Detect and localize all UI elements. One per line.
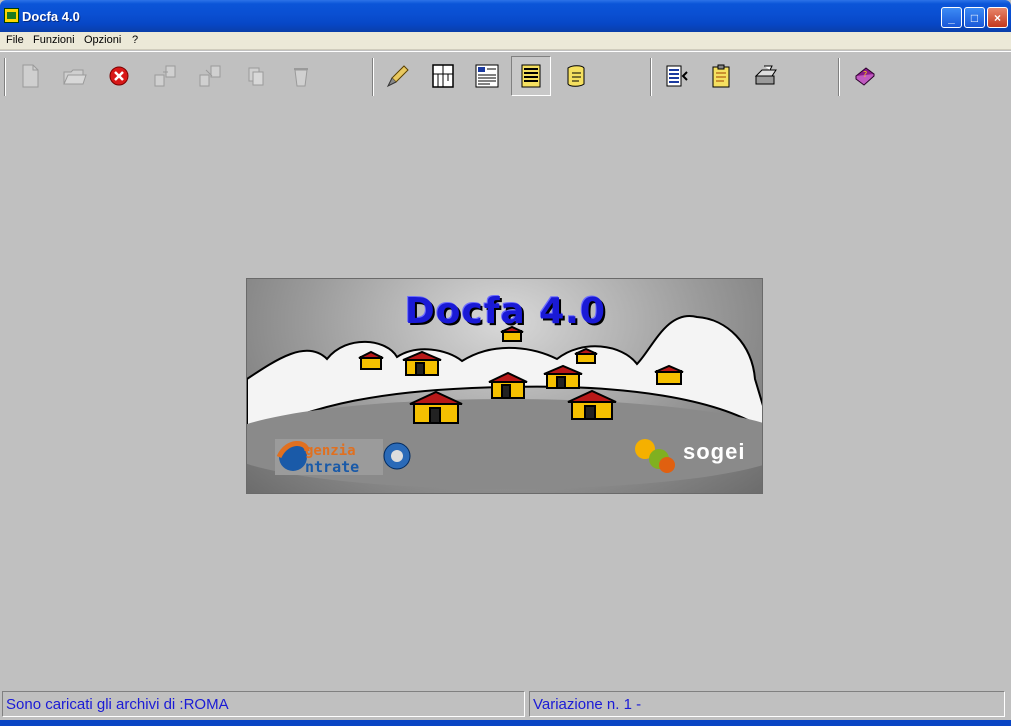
list-icon — [521, 64, 541, 88]
app-window: Docfa 4.0 _ □ × File Funzioni Opzioni ? — [0, 0, 1011, 726]
splash-banner: Docfa 4.0 genzia ntrate sogei — [246, 278, 763, 494]
report-icon — [666, 65, 688, 87]
maximize-button[interactable]: □ — [964, 7, 985, 28]
list-button[interactable] — [511, 56, 551, 96]
title-bar[interactable]: Docfa 4.0 _ □ × — [0, 0, 1011, 32]
window-frame-bottom — [0, 720, 1011, 726]
toolbar: ? — [0, 51, 1011, 97]
help-book-icon: ? — [855, 67, 875, 86]
printer-icon — [754, 65, 777, 85]
export-icon — [154, 65, 176, 87]
status-variation: Variazione n. 1 - — [529, 691, 1005, 717]
edit-button[interactable] — [378, 56, 418, 96]
notepad-button[interactable] — [701, 56, 741, 96]
menu-funzioni[interactable]: Funzioni — [33, 34, 75, 46]
scroll-button[interactable] — [556, 56, 596, 96]
print-button[interactable] — [746, 56, 786, 96]
floor-plan-button[interactable] — [423, 56, 463, 96]
export-button[interactable] — [145, 56, 185, 96]
close-button[interactable]: × — [987, 7, 1008, 28]
toolbar-separator — [838, 58, 840, 96]
agency-name-line1: genzia — [305, 443, 356, 459]
menu-opzioni[interactable]: Opzioni — [84, 34, 121, 46]
svg-text:?: ? — [863, 70, 867, 79]
copy-icon — [248, 67, 264, 86]
menu-file[interactable]: File — [6, 34, 24, 46]
import-button[interactable] — [190, 56, 230, 96]
menu-help[interactable]: ? — [132, 34, 138, 46]
open-folder-icon — [63, 69, 87, 85]
scroll-icon — [567, 65, 585, 87]
import-icon — [199, 65, 221, 87]
new-document-icon — [22, 64, 39, 88]
app-icon[interactable] — [4, 8, 19, 23]
form-button[interactable] — [467, 56, 507, 96]
partner-name: sogei — [683, 439, 746, 464]
report-button[interactable] — [657, 56, 697, 96]
status-archive: Sono caricati gli archivi di :ROMA — [2, 691, 525, 717]
agency-name-line2: ntrate — [305, 458, 360, 476]
window-title: Docfa 4.0 — [22, 9, 80, 24]
open-button[interactable] — [55, 56, 95, 96]
toolbar-separator — [650, 58, 652, 96]
recycle-button[interactable] — [281, 56, 321, 96]
new-document-button[interactable] — [10, 56, 50, 96]
copy-button[interactable] — [236, 56, 276, 96]
toolbar-separator — [372, 58, 374, 96]
form-icon — [475, 64, 499, 88]
cancel-icon — [109, 66, 129, 86]
floor-plan-icon — [432, 64, 454, 88]
minimize-button[interactable]: _ — [941, 7, 962, 28]
help-button[interactable]: ? — [844, 56, 884, 96]
toolbar-separator — [4, 58, 6, 96]
recycle-icon — [294, 68, 308, 87]
cancel-button[interactable] — [99, 56, 139, 96]
menu-bar: File Funzioni Opzioni ? — [0, 32, 1011, 50]
notepad-icon — [712, 64, 730, 88]
splash-title: Docfa 4.0 — [404, 291, 607, 332]
brush-icon — [386, 65, 409, 88]
